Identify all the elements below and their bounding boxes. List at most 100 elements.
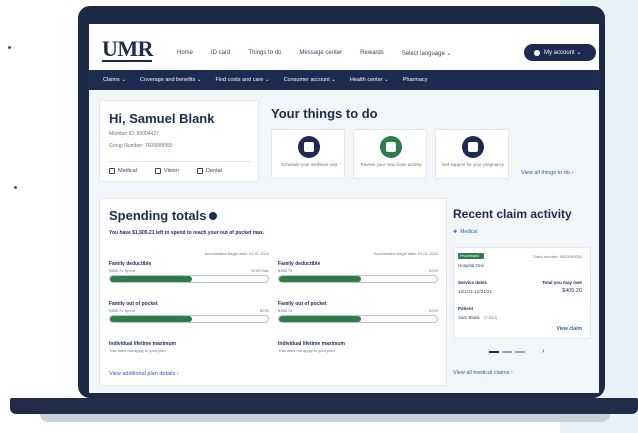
service-dates-label: Service dates	[458, 280, 488, 285]
pager-indicator[interactable]	[489, 350, 499, 353]
bullet-dot	[14, 186, 17, 189]
secondary-nav: Claims ⌄ Coverage and benefits ⌄ Find co…	[89, 70, 599, 90]
info-icon[interactable]	[209, 212, 217, 220]
coverage-medical[interactable]: Medical	[109, 168, 137, 174]
laptop-base	[10, 398, 638, 414]
vision-icon	[155, 168, 161, 174]
baby-icon	[462, 136, 484, 158]
subnav-coverage[interactable]: Coverage and benefits ⌄	[140, 77, 201, 83]
patient-tag: (Child)	[484, 315, 498, 320]
subnav-find-costs[interactable]: Find costs and care ⌄	[215, 77, 269, 83]
thing-label: Review your new claim activity	[360, 162, 422, 167]
logo-underline	[102, 60, 152, 62]
marketing-stage: UMR Home ID card Things to do Message ce…	[0, 0, 638, 433]
patient-label: Patient	[458, 306, 474, 311]
progress-fill	[110, 316, 193, 322]
thing-label: Get support for your pregnancy	[441, 162, 505, 167]
metric-spent: $386.72	[278, 268, 293, 273]
nav-home[interactable]: Home	[177, 50, 193, 57]
progress-bar	[109, 315, 269, 323]
accumulator-note: Accumulator begin date: 01.01.2022	[204, 251, 269, 256]
coverage-label: Vision	[164, 168, 179, 174]
user-icon	[534, 49, 540, 56]
claims-pager: ›	[489, 348, 544, 355]
thing-wellness-visit[interactable]: Schedule your wellness visit	[271, 129, 345, 179]
coverage-label: Dental	[206, 168, 222, 174]
metric-sub: This does not apply to your plan	[109, 348, 166, 353]
wellness-icon	[298, 136, 320, 158]
oop-metric: Family out of pocket $386.72 $750	[278, 301, 438, 323]
coverage-dental[interactable]: Dental	[197, 168, 222, 174]
view-all-claims-link[interactable]: View all medical claims ›	[453, 370, 513, 376]
owe-label: Total you may owe	[542, 280, 582, 285]
pager-indicator[interactable]	[502, 350, 512, 353]
oop-metric: Family out of pocket $386.72 Spent $750	[109, 301, 269, 323]
metric-label: Family out of pocket	[109, 301, 158, 307]
metric-label: Family deductible	[278, 261, 321, 267]
claim-card[interactable]: Processed Claim number: 0000000000 Hospi…	[453, 247, 591, 339]
spending-note: You have $1,605.21 left to spend to reac…	[109, 230, 265, 236]
provider-name: Hospital One	[458, 263, 485, 268]
progress-fill	[279, 316, 362, 322]
nav-rewards[interactable]: Rewards	[360, 50, 384, 57]
spending-totals-card: Spending totals You have $1,605.21 left …	[99, 198, 447, 386]
medical-icon	[109, 168, 115, 174]
progress-fill	[110, 276, 193, 282]
status-badge: Processed	[458, 253, 484, 259]
metric-label: Individual lifetime maximum	[109, 341, 176, 347]
coverage-vision[interactable]: Vision	[155, 168, 179, 174]
metric-max: $750 Max	[251, 268, 269, 273]
member-id: Member ID: 99004427	[109, 131, 159, 137]
chevron-right-icon[interactable]: ›	[542, 348, 544, 355]
metric-max: $750	[429, 268, 438, 273]
spending-title: Spending totals	[109, 208, 207, 223]
progress-bar	[278, 275, 438, 283]
metric-sub: This does not apply to your plan	[278, 348, 335, 353]
metric-label: Family deductible	[109, 261, 152, 267]
metric-max: $750	[260, 308, 269, 313]
progress-bar	[278, 315, 438, 323]
subnav-consumer-account[interactable]: Consumer account ⌄	[284, 77, 336, 83]
divider	[109, 161, 251, 162]
metric-label: Family out of pocket	[278, 301, 327, 307]
document-icon	[380, 136, 402, 158]
coverage-label: Medical	[118, 168, 137, 174]
claims-filter-medical[interactable]: ✚ Medical	[453, 229, 477, 235]
my-account-button[interactable]: My account ⌄	[524, 44, 596, 61]
thing-claim-activity[interactable]: Review your new claim activity	[353, 129, 427, 179]
laptop-base-shadow	[40, 414, 610, 422]
nav-select-language[interactable]: Select language ⌄	[402, 50, 452, 57]
view-all-things-link[interactable]: View all things to do ›	[521, 170, 573, 176]
top-navigation-bar: UMR Home ID card Things to do Message ce…	[89, 24, 599, 70]
lifetime-metric: Individual lifetime maximum This does no…	[109, 341, 269, 353]
metric-spent: $386.72 Spent	[109, 268, 136, 273]
filter-label: Medical	[460, 229, 478, 235]
bullet-dot	[8, 46, 11, 49]
thing-pregnancy-support[interactable]: Get support for your pregnancy	[435, 129, 509, 179]
recent-claims-section: Recent claim activity ✚ Medical Processe…	[453, 198, 593, 386]
deductible-metric: Family deductible $386.72 Spent $750 Max	[109, 261, 269, 283]
umr-logo[interactable]: UMR	[102, 36, 154, 62]
subnav-pharmacy[interactable]: Pharmacy	[403, 77, 428, 83]
greeting-title: Hi, Samuel Blank	[109, 111, 215, 126]
nav-id-card[interactable]: ID card	[211, 50, 230, 57]
patient-name: Sam Blank	[458, 315, 480, 320]
view-plan-details-link[interactable]: View additional plan details ›	[109, 371, 179, 377]
lifetime-metric: Individual lifetime maximum This does no…	[278, 341, 438, 353]
nav-message-center[interactable]: Message center	[299, 50, 342, 57]
group-number: Group Number: 7609999955	[109, 143, 173, 149]
metric-max: $750	[429, 308, 438, 313]
claim-number: Claim number: 0000000000	[532, 254, 582, 259]
pager-indicator[interactable]	[515, 350, 525, 353]
greeting-card: Hi, Samuel Blank Member ID: 99004427 Gro…	[99, 100, 259, 182]
things-to-do-title: Your things to do	[271, 106, 378, 121]
top-nav-links: Home ID card Things to do Message center…	[177, 50, 470, 57]
progress-fill	[279, 276, 362, 282]
nav-things-to-do[interactable]: Things to do	[248, 50, 281, 57]
my-account-label: My account ⌄	[544, 50, 582, 56]
subnav-health-center[interactable]: Health center ⌄	[350, 77, 389, 83]
subnav-claims[interactable]: Claims ⌄	[103, 77, 126, 83]
metric-spent: $386.72 Spent	[109, 308, 136, 313]
view-claim-link[interactable]: View claim	[557, 326, 582, 332]
deductible-metric: Family deductible $386.72 $750	[278, 261, 438, 283]
